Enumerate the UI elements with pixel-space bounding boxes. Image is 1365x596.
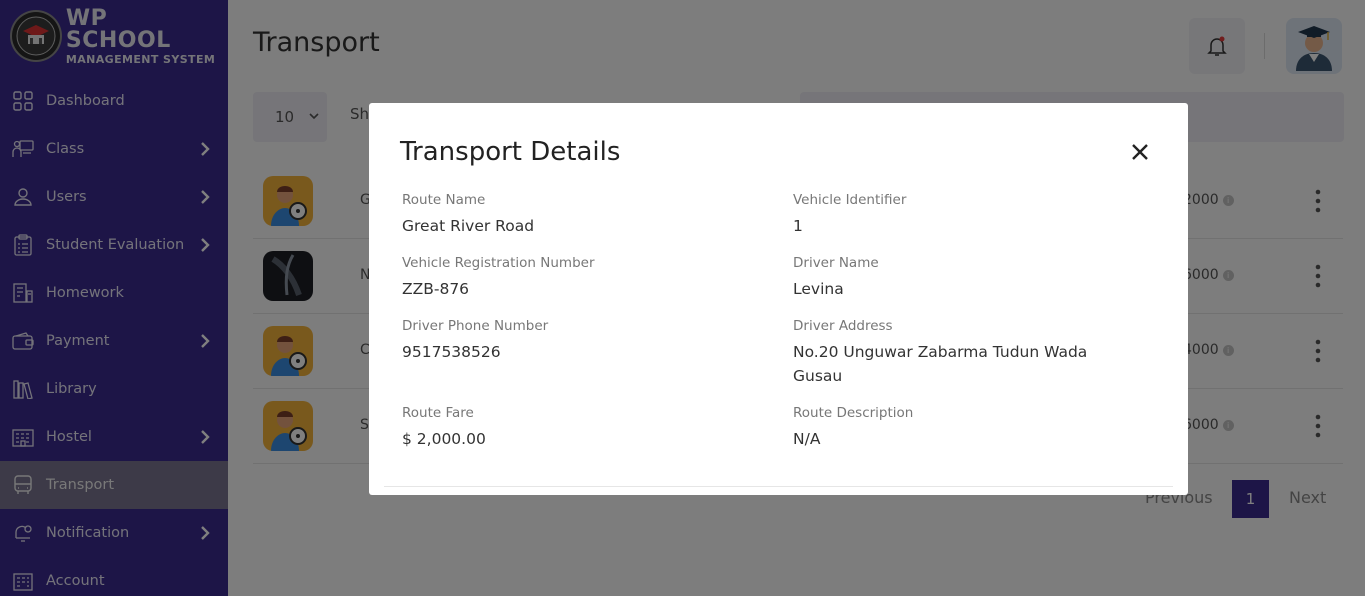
modal-divider — [384, 486, 1173, 487]
field-value: No.20 Unguwar Zabarma Tudun Wada Gusau — [793, 343, 1088, 385]
field-value: 9517538526 — [402, 343, 501, 361]
modal-title: Transport Details — [400, 137, 621, 167]
field-label: Driver Address — [793, 318, 893, 334]
vehicle-registration-field: Vehicle Registration Number ZZB-876 — [402, 255, 595, 301]
field-value: $ 2,000.00 — [402, 430, 486, 448]
field-label: Vehicle Registration Number — [402, 255, 595, 271]
field-value: Levina — [793, 280, 844, 298]
field-value: N/A — [793, 430, 821, 448]
driver-phone-field: Driver Phone Number 9517538526 — [402, 318, 548, 364]
vehicle-identifier-field: Vehicle Identifier 1 — [793, 192, 906, 238]
field-label: Vehicle Identifier — [793, 192, 907, 208]
field-value: ZZB-876 — [402, 280, 470, 298]
field-label: Route Name — [402, 192, 486, 208]
driver-address-field: Driver Address No.20 Unguwar Zabarma Tud… — [793, 318, 1133, 388]
field-label: Driver Phone Number — [402, 318, 549, 334]
field-value: Great River Road — [402, 217, 535, 235]
transport-details-modal: Transport Details Route Name Great River… — [369, 103, 1188, 495]
close-icon[interactable] — [1129, 141, 1151, 163]
route-fare-field: Route Fare $ 2,000.00 — [402, 405, 486, 451]
field-label: Driver Name — [793, 255, 879, 271]
field-label: Route Fare — [402, 405, 474, 421]
route-name-field: Route Name Great River Road — [402, 192, 534, 238]
driver-name-field: Driver Name Levina — [793, 255, 879, 301]
field-label: Route Description — [793, 405, 914, 421]
field-value: 1 — [793, 217, 803, 235]
route-description-field: Route Description N/A — [793, 405, 913, 451]
